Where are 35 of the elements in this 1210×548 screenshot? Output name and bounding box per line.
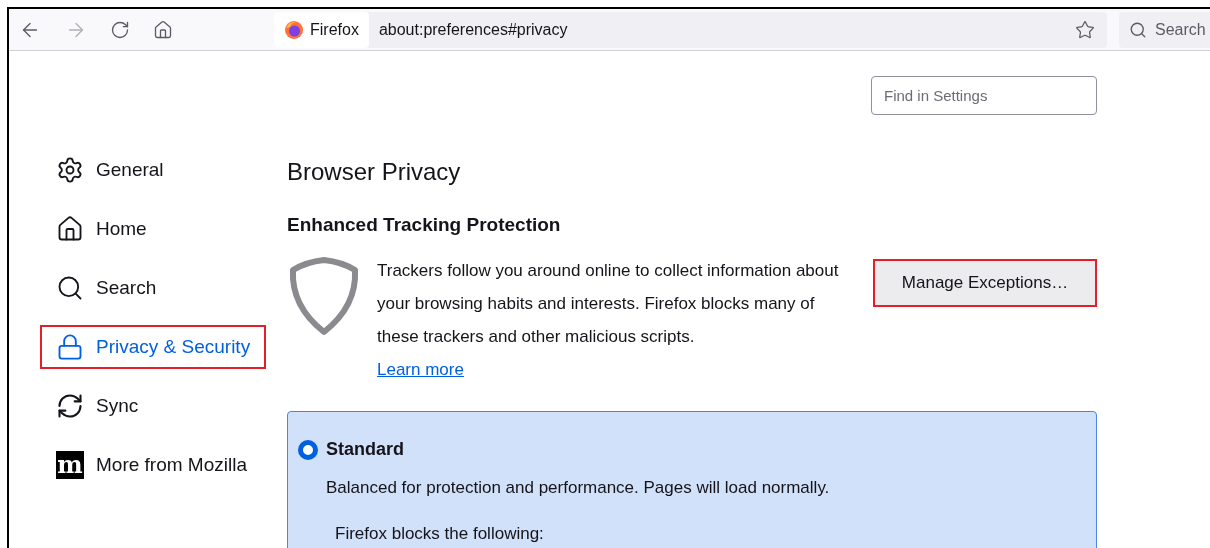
url-text: about:preferences#privacy [378, 19, 569, 40]
bookmark-star-icon[interactable] [1075, 19, 1095, 40]
reload-icon[interactable] [110, 19, 130, 40]
sync-icon [56, 392, 84, 420]
sidebar-item[interactable]: Privacy & Security [40, 325, 267, 369]
option-description: Balanced for protection and performance. Pages will load normally. [326, 477, 831, 499]
firefox-logo-icon [284, 19, 304, 40]
mozilla-logo-icon: m [56, 451, 84, 479]
find-in-settings-field[interactable]: Find in Settings [871, 76, 1097, 115]
page-heading: Browser Privacy [287, 157, 462, 187]
search-icon [1129, 20, 1147, 39]
sidebar-item[interactable]: Home [40, 207, 163, 251]
sidebar-item[interactable]: Search [40, 266, 173, 310]
home-icon [56, 215, 84, 243]
tracking-description: Trackers follow you around online to collect information about your browsing habits and interests. Firefox blocks many of these trackers and other malicious scripts. [377, 260, 839, 348]
search-bar[interactable]: Search [1119, 11, 1210, 48]
sidebar-item[interactable]: Sync [40, 384, 155, 428]
radio-button[interactable] [298, 439, 318, 460]
search-icon [56, 274, 84, 302]
home-icon[interactable] [153, 19, 173, 40]
protection-option-card[interactable]: Standard Balanced for protection and performance. Pages will load normally. Firefox blocks the following: [287, 411, 1097, 548]
address-bar[interactable]: Firefox about:preferences#privacy [274, 11, 1107, 48]
identity-box[interactable]: Firefox [274, 11, 369, 48]
blocks-heading: Firefox blocks the following: [335, 522, 545, 545]
shield-icon [287, 256, 361, 336]
search-placeholder: Search [1155, 19, 1206, 40]
gear-icon [56, 156, 84, 184]
lock-icon [56, 333, 84, 361]
sidebar-item[interactable]: m More from Mozilla [40, 443, 263, 487]
sidebar-item[interactable]: General [40, 148, 180, 192]
identity-label: Firefox [310, 19, 359, 40]
learn-more-link[interactable]: Learn more [377, 360, 464, 379]
section-heading: Enhanced Tracking Protection [287, 213, 562, 237]
manage-exceptions-button[interactable]: Manage Exceptions… [873, 259, 1097, 307]
option-label: Standard [326, 438, 404, 461]
